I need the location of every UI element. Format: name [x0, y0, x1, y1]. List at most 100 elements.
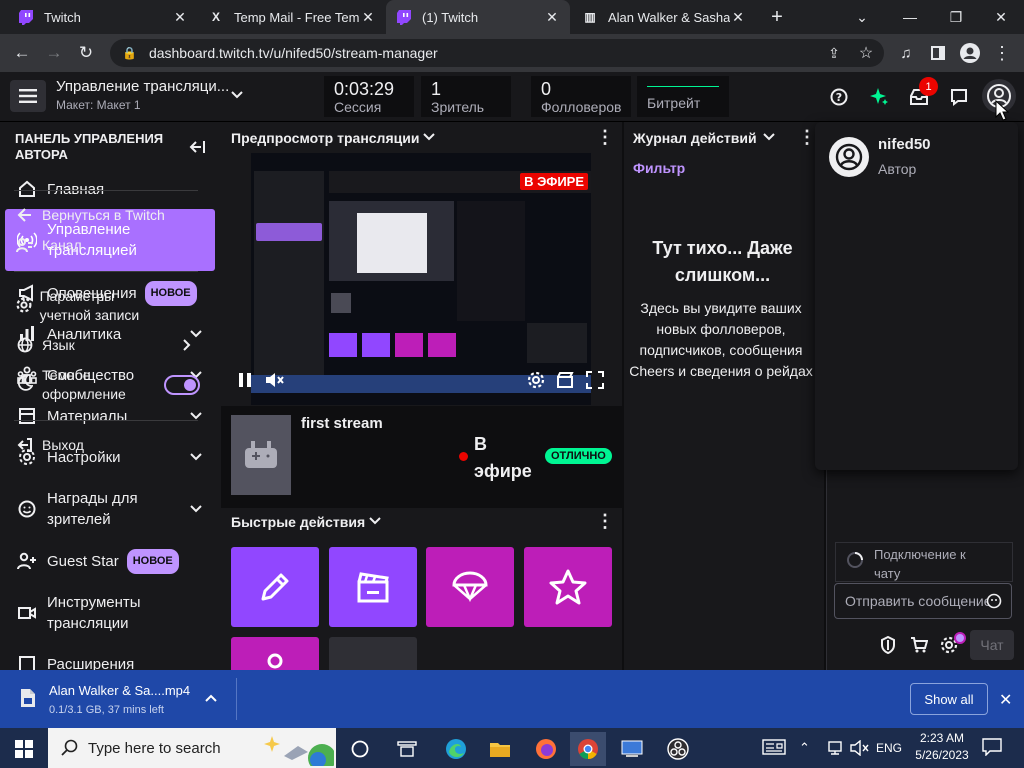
window-close-button[interactable]: ✕	[978, 0, 1024, 34]
new-tab-button[interactable]: +	[760, 0, 794, 34]
profile-icon[interactable]	[956, 39, 984, 67]
panel-title: Журнал действий	[633, 130, 757, 146]
share-icon[interactable]: ⇪	[820, 39, 848, 67]
stream-preview-video[interactable]: В ЭФИРЕ	[251, 153, 591, 405]
whispers-icon[interactable]	[946, 84, 972, 110]
show-hidden-icons[interactable]: ⌃	[799, 740, 810, 756]
url-field[interactable]: 🔒 dashboard.twitch.tv/u/nifed50/stream-m…	[110, 39, 884, 67]
menu-item-language[interactable]: Язык	[14, 336, 198, 355]
sidepanel-icon[interactable]	[924, 39, 952, 67]
browser-tab[interactable]: Twitch ✕	[8, 0, 198, 34]
chrome-icon[interactable]	[570, 732, 606, 766]
windows-start-icon[interactable]	[6, 732, 42, 766]
network-icon[interactable]	[826, 740, 844, 756]
input-language[interactable]: ENG	[876, 741, 902, 755]
forward-icon[interactable]: →	[40, 39, 68, 67]
rewards-icon	[15, 500, 39, 518]
collapse-sidebar-icon[interactable]	[188, 139, 206, 155]
star-icon[interactable]: ☆	[852, 39, 880, 67]
menu-item-channel[interactable]: Канал	[14, 236, 82, 255]
edit-stream-info-tile[interactable]	[231, 547, 319, 627]
emote-icon[interactable]	[986, 593, 1002, 609]
pause-icon[interactable]	[238, 372, 252, 388]
media-control-icon[interactable]: ♫	[892, 39, 920, 67]
sidebar-item-guest-star[interactable]: Guest Star НОВОЕ	[5, 548, 215, 574]
tab-search-icon[interactable]: ⌄	[845, 0, 879, 34]
columns-icon: ▥	[584, 10, 596, 24]
reload-icon[interactable]: ↻	[72, 39, 100, 67]
menu-item-logout[interactable]: Выход	[14, 436, 84, 455]
remote-desktop-icon[interactable]	[614, 732, 650, 766]
bits-cart-icon[interactable]	[910, 636, 928, 654]
layout-dropdown-icon[interactable]	[228, 86, 246, 104]
stat-label: Сессия	[334, 99, 382, 115]
edge-browser-icon[interactable]	[438, 732, 474, 766]
raid-tile[interactable]	[231, 637, 319, 670]
task-view-icon[interactable]	[342, 732, 378, 766]
gear-icon[interactable]	[527, 371, 545, 389]
category-thumbnail[interactable]	[231, 415, 291, 495]
sidebar-item-broadcast-tools[interactable]: Инструменты трансляции	[5, 591, 215, 635]
guest-star-icon	[15, 552, 39, 570]
mute-icon[interactable]	[265, 372, 285, 388]
chevron-up-icon[interactable]	[204, 692, 218, 704]
chat-send-button[interactable]: Чат	[970, 630, 1014, 660]
menu-divider	[14, 271, 198, 272]
close-icon[interactable]: ✕	[730, 9, 746, 26]
news-icon[interactable]	[762, 738, 786, 756]
browser-tab[interactable]: ▥ Alan Walker & Sasha A ✕	[572, 0, 756, 34]
sidebar-item-viewer-rewards[interactable]: Награды для зрителей	[5, 487, 215, 531]
file-explorer-icon[interactable]	[482, 732, 518, 766]
kebab-menu-icon[interactable]: ⋮	[988, 39, 1016, 67]
clock-time[interactable]: 2:23 AM	[912, 731, 972, 745]
user-add-icon	[267, 653, 283, 669]
hamburger-menu-icon[interactable]	[10, 80, 46, 112]
widgets-icon[interactable]	[389, 732, 425, 766]
filter-link[interactable]: Фильтр	[633, 160, 685, 176]
shield-icon[interactable]	[880, 636, 896, 654]
close-icon[interactable]: ✕	[999, 690, 1012, 710]
help-icon[interactable]: ?	[826, 84, 852, 110]
maximize-button[interactable]: ❐	[933, 0, 979, 34]
spinner-icon	[847, 552, 863, 568]
firefox-icon[interactable]	[528, 732, 564, 766]
menu-item-label: Вернуться в Twitch	[42, 207, 165, 223]
obs-studio-icon[interactable]	[660, 732, 696, 766]
volume-muted-icon[interactable]	[850, 740, 870, 756]
chevron-right-icon	[182, 338, 192, 352]
clock-date[interactable]: 5/26/2023	[906, 748, 978, 762]
chevron-down-icon[interactable]	[368, 515, 382, 527]
close-icon[interactable]: ✕	[360, 9, 376, 26]
chevron-down-icon[interactable]	[422, 131, 436, 143]
menu-item-account-settings[interactable]: Параметры учетной записи	[14, 287, 164, 325]
panel-more-icon[interactable]: ⋮	[596, 511, 614, 532]
panel-more-icon[interactable]: ⋮	[596, 127, 614, 148]
sidebar-item-content[interactable]: Материалы	[5, 405, 215, 427]
clip-icon[interactable]	[556, 371, 574, 389]
fullscreen-icon[interactable]	[586, 371, 604, 389]
layout-label: Макет: Макет 1	[56, 98, 141, 112]
favorite-tile[interactable]	[524, 547, 612, 627]
minimize-button[interactable]: —	[887, 0, 933, 34]
dark-mode-toggle[interactable]	[164, 375, 200, 395]
menu-item-back-to-twitch[interactable]: Вернуться в Twitch	[14, 206, 165, 225]
chevron-down-icon[interactable]	[762, 131, 776, 143]
notifications-icon[interactable]	[982, 738, 1002, 756]
panel-more-icon[interactable]: ⋮	[798, 127, 816, 148]
show-all-button[interactable]: Show all	[910, 683, 988, 715]
add-action-tile[interactable]	[329, 637, 417, 670]
close-icon[interactable]: ✕	[172, 9, 188, 26]
sparkle-icon[interactable]	[866, 84, 892, 110]
download-status: 0.1/3.1 GB, 37 mins left	[49, 704, 164, 716]
drops-tile[interactable]	[426, 547, 514, 627]
sidebar-item-home[interactable]: Главная	[5, 178, 215, 200]
create-clip-tile[interactable]	[329, 547, 417, 627]
back-icon[interactable]: ←	[8, 39, 36, 67]
close-icon[interactable]: ✕	[544, 9, 560, 26]
live-badge: В ЭФИРЕ	[520, 173, 588, 190]
menu-item-dark-mode[interactable]: Темное оформление	[14, 366, 200, 404]
download-filename[interactable]: Alan Walker & Sa....mp4	[49, 683, 190, 698]
content-icon	[15, 407, 39, 425]
browser-tab-active[interactable]: (1) Twitch ✕	[386, 0, 570, 34]
browser-tab[interactable]: X Temp Mail - Free Temp ✕	[198, 0, 386, 34]
